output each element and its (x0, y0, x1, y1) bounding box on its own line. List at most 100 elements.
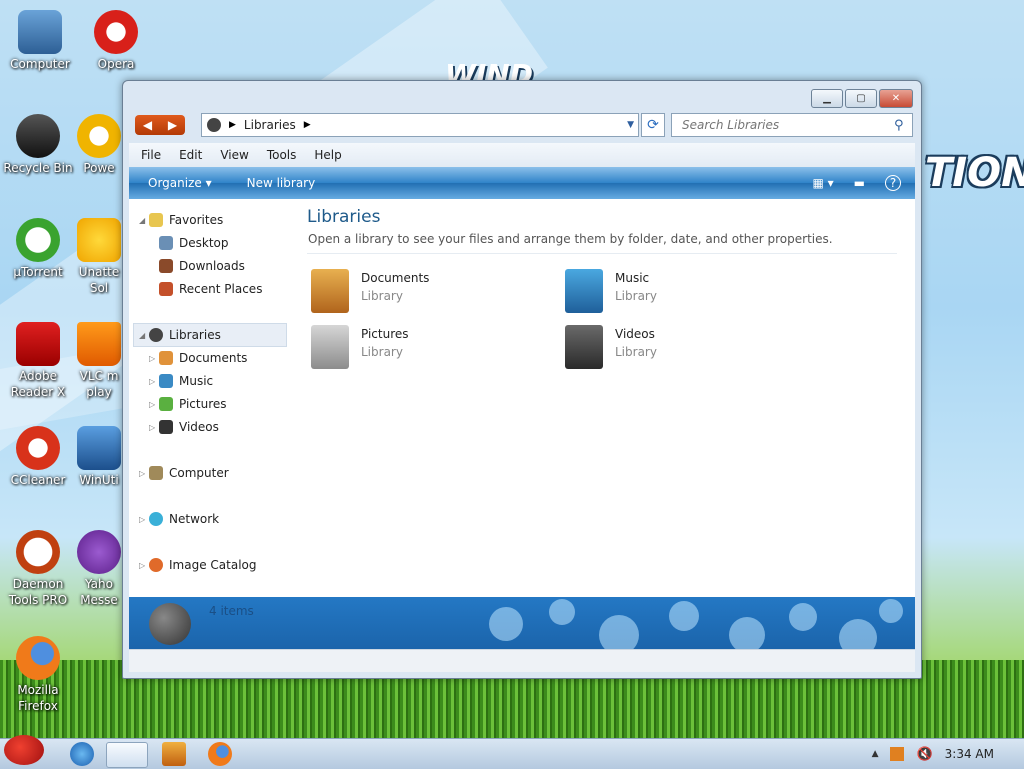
new-library-button[interactable]: New library (247, 176, 316, 190)
desktop-icon-opera[interactable]: Opera (78, 10, 154, 72)
library-item-documents[interactable]: Documents Library (311, 269, 429, 313)
breadcrumb-libraries[interactable]: Libraries (244, 118, 296, 132)
menu-help[interactable]: Help (314, 148, 341, 162)
desktop-icon-yahoo-messenger[interactable]: Yaho Messe (76, 530, 122, 608)
nav-documents[interactable]: ▷ Documents (149, 351, 247, 365)
nav-computer[interactable]: ▷ Computer (139, 466, 229, 480)
firefox-icon[interactable] (208, 742, 232, 766)
library-item-pictures[interactable]: Pictures Library (311, 325, 409, 369)
winutilities-icon (77, 426, 121, 470)
menu-file[interactable]: File (141, 148, 161, 162)
videos-icon (159, 420, 173, 434)
desktop-icon-utorrent[interactable]: µTorrent (0, 218, 76, 280)
daemon-tools-icon (16, 530, 60, 574)
organize-label: Organize (148, 176, 202, 190)
desktop-icon-label: Mozilla Firefox (17, 683, 59, 713)
expand-arrow-icon[interactable]: ▷ (149, 423, 159, 432)
pictures-icon (311, 325, 349, 369)
expand-arrow-icon[interactable]: ▷ (149, 354, 159, 363)
close-button[interactable]: ✕ (879, 89, 913, 108)
clock[interactable]: 3:34 AM (945, 747, 994, 761)
expand-arrow-icon[interactable]: ▷ (139, 469, 149, 478)
wallpaper-text: TION (925, 150, 1024, 196)
volume-muted-icon[interactable]: 🔇 (916, 747, 932, 762)
desktop-icon-powerpoint[interactable]: Powe (76, 114, 122, 176)
desktop-icon-daemon-tools[interactable]: Daemon Tools PRO (0, 530, 76, 608)
desktop-icon-vlc[interactable]: VLC m play (76, 322, 122, 400)
desktop-icon-label: Recycle Bin (3, 161, 73, 175)
music-icon (565, 269, 603, 313)
nav-libraries[interactable]: ◢ Libraries (139, 328, 221, 342)
expand-arrow-icon[interactable]: ◢ (139, 331, 149, 340)
firefox-icon (16, 636, 60, 680)
nav-label: Recent Places (179, 282, 263, 296)
desktop-icon-label: Yaho Messe (80, 577, 118, 607)
organize-button[interactable]: Organize ▾ (148, 176, 212, 190)
expand-arrow-icon[interactable]: ◢ (139, 216, 149, 225)
expand-arrow-icon[interactable]: ▷ (149, 377, 159, 386)
address-bar[interactable]: ▶ Libraries ▶ ▼ (201, 113, 639, 137)
breadcrumb-arrow-icon[interactable]: ▶ (229, 120, 236, 130)
taskbar-explorer-button[interactable] (106, 742, 148, 768)
menu-view[interactable]: View (220, 148, 248, 162)
minimize-button[interactable]: ▁ (811, 89, 843, 108)
expand-arrow-icon[interactable]: ▷ (149, 400, 159, 409)
library-type: Library (361, 345, 403, 359)
documents-icon (159, 351, 173, 365)
nav-videos[interactable]: ▷ Videos (149, 420, 219, 434)
library-name: Music (615, 271, 650, 285)
menu-tools[interactable]: Tools (267, 148, 297, 162)
desktop-icon-adobe-reader[interactable]: Adobe Reader X (0, 322, 76, 400)
breadcrumb-arrow-icon[interactable]: ▶ (304, 120, 311, 130)
view-options-icon[interactable]: ▦ ▾ (812, 176, 833, 190)
libraries-icon (149, 603, 191, 645)
nav-pictures[interactable]: ▷ Pictures (149, 397, 227, 411)
search-box[interactable]: ⚲ (671, 113, 913, 137)
chevron-down-icon[interactable]: ▼ (627, 120, 634, 130)
nav-image-catalog[interactable]: ▷ Image Catalog (139, 558, 256, 572)
item-count: 4 items (209, 604, 254, 618)
videos-icon (565, 325, 603, 369)
nav-recent-places[interactable]: Recent Places (159, 282, 262, 296)
show-hidden-icons-icon[interactable]: ▲ (872, 749, 879, 759)
nav-network[interactable]: ▷ Network (139, 512, 219, 526)
back-button[interactable]: ◀ (135, 115, 160, 135)
desktop-icon-computer[interactable]: Computer (2, 10, 78, 72)
desktop-icon-ccleaner[interactable]: CCleaner (0, 426, 76, 488)
expand-arrow-icon[interactable]: ▷ (139, 561, 149, 570)
maximize-button[interactable]: ▢ (845, 89, 877, 108)
nav-label: Videos (179, 420, 219, 434)
expand-arrow-icon[interactable]: ▷ (139, 515, 149, 524)
help-icon[interactable]: ? (885, 175, 901, 191)
refresh-button[interactable]: ⟳ (641, 113, 665, 137)
internet-explorer-icon[interactable] (70, 742, 94, 766)
library-item-videos[interactable]: Videos Library (565, 325, 657, 369)
start-button[interactable] (4, 735, 44, 765)
desktop-icon-winutilities[interactable]: WinUti (76, 426, 122, 488)
menu-edit[interactable]: Edit (179, 148, 202, 162)
forward-button[interactable]: ▶ (160, 115, 185, 135)
desktop-icon-firefox[interactable]: Mozilla Firefox (0, 636, 76, 714)
decoration (879, 599, 903, 623)
nav-label: Downloads (179, 259, 245, 273)
search-icon[interactable]: ⚲ (894, 118, 904, 133)
desktop-icon-recycle-bin[interactable]: Recycle Bin (0, 114, 76, 176)
preview-pane-icon[interactable]: ▬ (854, 176, 865, 190)
nav-music[interactable]: ▷ Music (149, 374, 213, 388)
decoration (489, 607, 523, 641)
nav-favorites[interactable]: ◢ Favorites (139, 213, 223, 227)
decoration (669, 601, 699, 631)
navigation-pane: ◢ Favorites Desktop Downloads Recent Pla… (129, 199, 290, 597)
music-icon (159, 374, 173, 388)
nav-downloads[interactable]: Downloads (159, 259, 245, 273)
library-item-music[interactable]: Music Library (565, 269, 657, 313)
divider (307, 253, 897, 254)
documents-icon (311, 269, 349, 313)
tray-app-icon[interactable] (890, 747, 905, 761)
desktop-icon-unattended[interactable]: Unatte Sol (76, 218, 122, 296)
media-player-icon[interactable] (162, 742, 186, 766)
search-input[interactable] (680, 117, 894, 133)
nav-desktop[interactable]: Desktop (159, 236, 229, 250)
star-icon (77, 218, 121, 262)
nav-buttons: ◀ ▶ (135, 115, 185, 135)
